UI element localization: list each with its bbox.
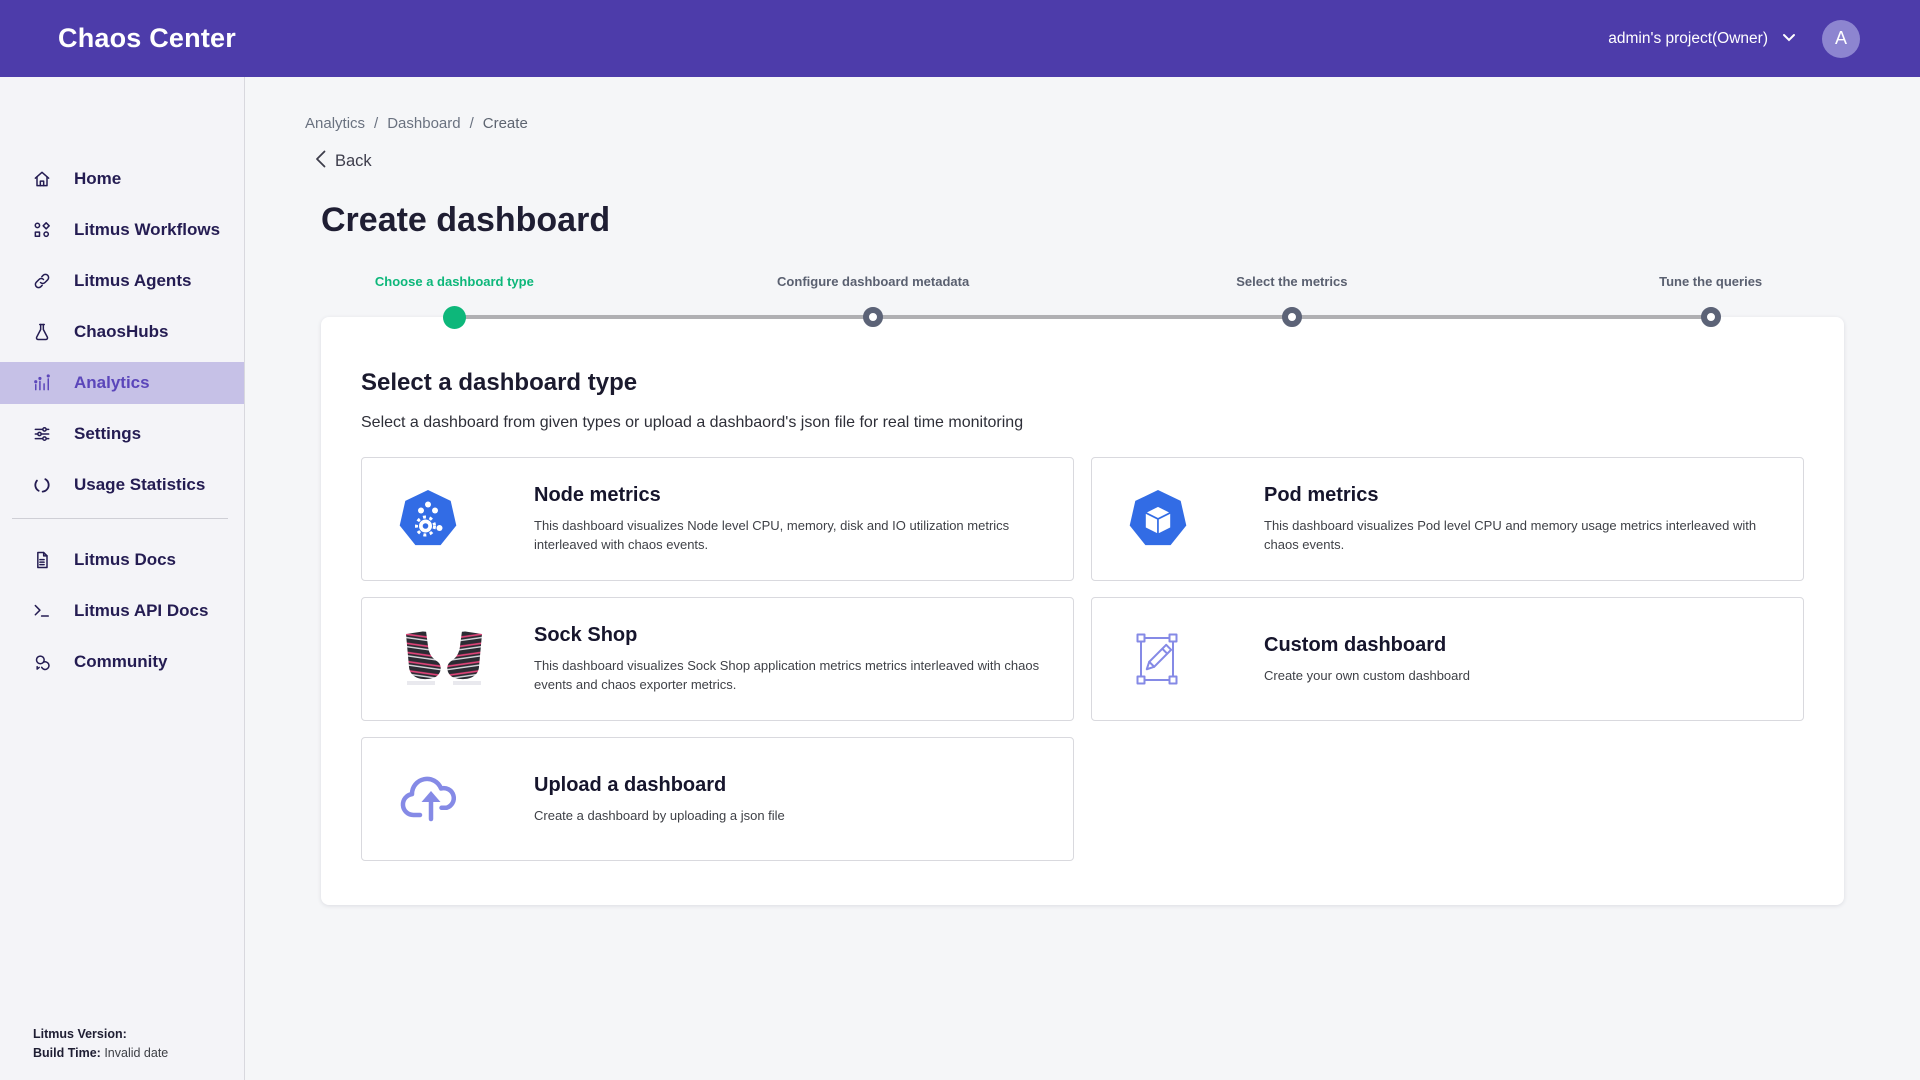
- link-icon: [32, 271, 52, 291]
- type-description: This dashboard visualizes Node level CPU…: [534, 516, 1045, 554]
- main-content: Analytics / Dashboard / Create Back Crea…: [245, 77, 1920, 1080]
- step-dot-3: [1282, 307, 1302, 327]
- step-dot-1: [443, 306, 466, 329]
- project-selector[interactable]: admin's project(Owner): [1608, 30, 1796, 48]
- sidebar-item-community[interactable]: Community: [0, 641, 244, 683]
- page-title: Create dashboard: [321, 201, 1920, 240]
- breadcrumb-analytics[interactable]: Analytics: [305, 115, 365, 132]
- project-selector-label: admin's project(Owner): [1608, 30, 1768, 48]
- frame-pencil-icon: [1128, 629, 1223, 689]
- socks-icon: [398, 629, 493, 689]
- step-label-configure-metadata: Configure dashboard metadata: [664, 274, 1083, 289]
- breadcrumb: Analytics / Dashboard / Create: [305, 115, 1920, 132]
- type-title: Sock Shop: [534, 624, 1045, 647]
- sidebar-item-litmus-api-docs[interactable]: Litmus API Docs: [0, 590, 244, 632]
- panel-heading: Select a dashboard type: [361, 369, 1804, 397]
- sidebar-item-settings[interactable]: Settings: [0, 413, 244, 455]
- flask-icon: [32, 322, 52, 342]
- top-header: Chaos Center admin's project(Owner) A: [0, 0, 1920, 77]
- type-title: Custom dashboard: [1264, 634, 1470, 657]
- type-description: Create your own custom dashboard: [1264, 666, 1470, 685]
- dashboard-type-node-metrics[interactable]: Node metrics This dashboard visualizes N…: [361, 457, 1074, 581]
- cloud-upload-icon: [398, 773, 493, 825]
- chevron-left-icon: [315, 150, 326, 173]
- sidebar-item-litmus-workflows[interactable]: Litmus Workflows: [0, 209, 244, 251]
- sidebar-item-litmus-docs[interactable]: Litmus Docs: [0, 539, 244, 581]
- panel-subtitle: Select a dashboard from given types or u…: [361, 414, 1804, 432]
- type-title: Node metrics: [534, 484, 1045, 507]
- dashboard-type-upload[interactable]: Upload a dashboard Create a dashboard by…: [361, 737, 1074, 861]
- sliders-icon: [32, 424, 52, 444]
- kubernetes-node-icon: [398, 489, 493, 549]
- circle-dash-icon: [32, 475, 52, 495]
- chat-bubbles-icon: [32, 652, 52, 672]
- type-title: Upload a dashboard: [534, 774, 785, 797]
- step-dot-4: [1701, 307, 1721, 327]
- step-dot-2: [863, 307, 883, 327]
- sidebar-item-chaoshubs[interactable]: ChaosHubs: [0, 311, 244, 353]
- breadcrumb-create: Create: [483, 115, 528, 132]
- home-icon: [32, 169, 52, 189]
- kubernetes-pod-icon: [1128, 489, 1223, 549]
- sidebar: Home Litmus Workflows Litmus Agents Chao…: [0, 77, 245, 1080]
- step-label-select-metrics: Select the metrics: [1083, 274, 1502, 289]
- sidebar-divider: [12, 518, 228, 519]
- step-label-choose-type: Choose a dashboard type: [245, 274, 664, 289]
- type-description: This dashboard visualizes Pod level CPU …: [1264, 516, 1775, 554]
- litmus-version-label: Litmus Version:: [33, 1027, 127, 1041]
- select-dashboard-type-panel: Select a dashboard type Select a dashboa…: [321, 317, 1844, 905]
- build-time-value: Invalid date: [104, 1046, 168, 1060]
- back-button[interactable]: Back: [315, 150, 405, 173]
- terminal-icon: [32, 601, 52, 621]
- type-description: Create a dashboard by uploading a json f…: [534, 806, 785, 825]
- dashboard-type-pod-metrics[interactable]: Pod metrics This dashboard visualizes Po…: [1091, 457, 1804, 581]
- build-time-label: Build Time:: [33, 1046, 101, 1060]
- app-title: Chaos Center: [58, 23, 236, 54]
- chevron-down-icon: [1782, 30, 1796, 48]
- dashboard-type-custom[interactable]: Custom dashboard Create your own custom …: [1091, 597, 1804, 721]
- stepper: Choose a dashboard type Configure dashbo…: [245, 274, 1920, 328]
- type-title: Pod metrics: [1264, 484, 1775, 507]
- document-icon: [32, 550, 52, 570]
- step-label-tune-queries: Tune the queries: [1501, 274, 1920, 289]
- sidebar-item-analytics[interactable]: Analytics: [0, 362, 244, 404]
- sidebar-item-home[interactable]: Home: [0, 158, 244, 200]
- workflows-icon: [32, 220, 52, 240]
- sidebar-item-usage-statistics[interactable]: Usage Statistics: [0, 464, 244, 506]
- breadcrumb-dashboard[interactable]: Dashboard: [387, 115, 460, 132]
- dashboard-type-sock-shop[interactable]: Sock Shop This dashboard visualizes Sock…: [361, 597, 1074, 721]
- type-description: This dashboard visualizes Sock Shop appl…: [534, 656, 1045, 694]
- avatar[interactable]: A: [1822, 20, 1860, 58]
- sidebar-item-litmus-agents[interactable]: Litmus Agents: [0, 260, 244, 302]
- bar-chart-icon: [32, 373, 52, 393]
- sidebar-version-footer: Litmus Version: Build Time: Invalid date: [33, 1025, 168, 1063]
